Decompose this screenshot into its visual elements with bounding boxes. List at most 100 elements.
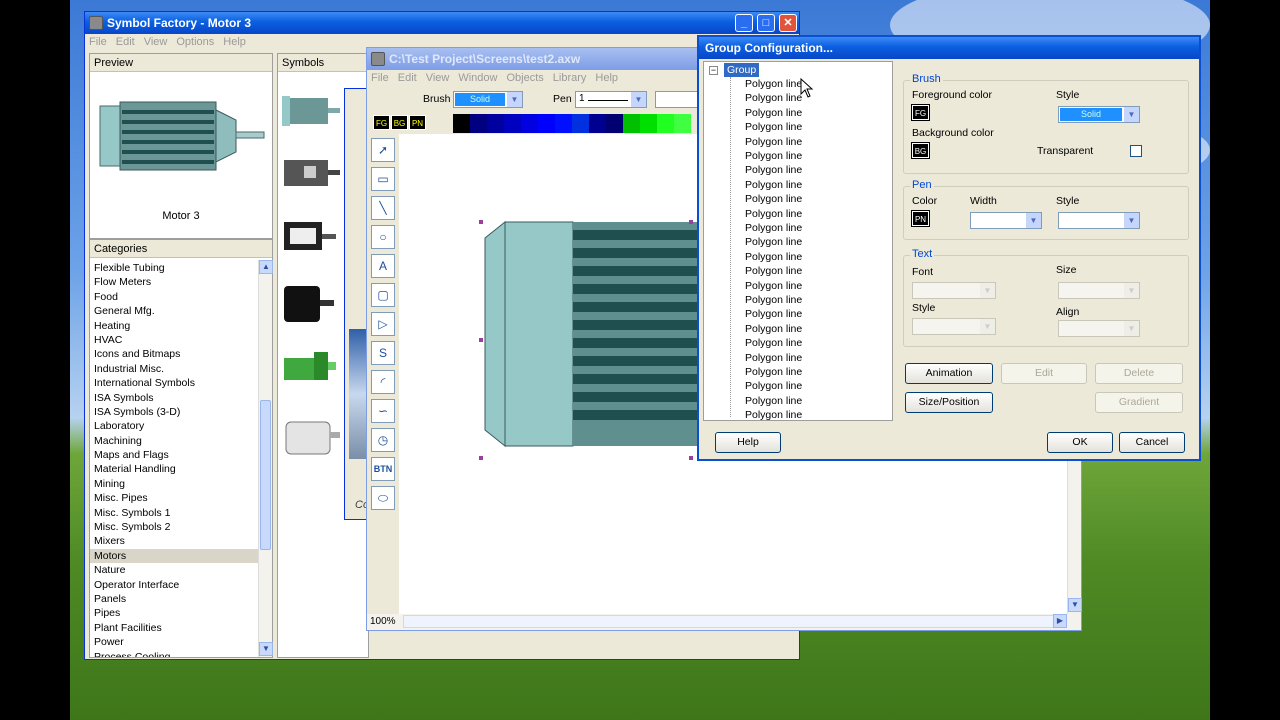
menu-item[interactable]: Options xyxy=(176,36,214,48)
category-item[interactable]: Heating xyxy=(90,319,258,333)
align-select[interactable]: ▼ xyxy=(1058,320,1140,337)
circle-tool[interactable]: ○ xyxy=(371,225,395,249)
chevron-down-icon[interactable]: ▼ xyxy=(1026,213,1041,228)
tree-root-group[interactable]: Group xyxy=(724,63,760,77)
size-position-button[interactable]: Size/Position xyxy=(905,392,993,413)
rounded-rect-tool[interactable]: ▢ xyxy=(371,283,395,307)
tree-item-polygon-line[interactable]: Polygon line xyxy=(745,379,802,393)
chevron-down-icon[interactable]: ▼ xyxy=(1124,213,1139,228)
close-icon[interactable]: ✕ xyxy=(779,14,797,32)
tree-item-polygon-line[interactable]: Polygon line xyxy=(745,221,802,235)
motor-symbol-1[interactable] xyxy=(282,96,340,126)
pen-color-swatch[interactable]: PN xyxy=(911,210,930,227)
category-item[interactable]: Motors xyxy=(90,548,258,564)
bg-color-swatch[interactable]: BG xyxy=(911,142,930,159)
chevron-down-icon[interactable]: ▼ xyxy=(1124,321,1139,336)
category-item[interactable]: Material Handling xyxy=(90,462,258,476)
palette-color[interactable] xyxy=(657,114,674,133)
fg-color-swatch[interactable]: FG xyxy=(911,104,930,121)
line-tool[interactable]: ╲ xyxy=(371,196,395,220)
palette-color[interactable] xyxy=(504,114,521,133)
palette-color[interactable] xyxy=(521,114,538,133)
tree-item-polygon-line[interactable]: Polygon line xyxy=(745,264,802,278)
tree-item-polygon-line[interactable]: Polygon line xyxy=(745,149,802,163)
transparent-checkbox[interactable] xyxy=(1130,145,1142,157)
polygon-tool[interactable]: ▷ xyxy=(371,312,395,336)
menu-item[interactable]: Help xyxy=(595,72,618,84)
category-item[interactable]: Nature xyxy=(90,563,258,577)
motor-symbol-3[interactable] xyxy=(284,222,336,250)
category-item[interactable]: Flexible Tubing xyxy=(90,261,258,275)
chevron-down-icon[interactable]: ▼ xyxy=(1124,283,1139,298)
motor-symbol-5[interactable] xyxy=(284,352,336,380)
scroll-down-icon[interactable]: ▼ xyxy=(1068,598,1082,612)
palette-color[interactable] xyxy=(623,114,640,133)
tree-item-polygon-line[interactable]: Polygon line xyxy=(745,307,802,321)
chevron-down-icon[interactable]: ▼ xyxy=(631,92,646,107)
category-item[interactable]: Panels xyxy=(90,592,258,606)
motor-symbol-4[interactable] xyxy=(284,286,334,322)
menu-item[interactable]: File xyxy=(89,36,107,48)
tree-item-polygon-line[interactable]: Polygon line xyxy=(745,408,802,420)
dialog-titlebar[interactable]: Group Configuration... xyxy=(699,37,1199,59)
edit-button[interactable]: Edit xyxy=(1001,363,1087,384)
collapse-icon[interactable]: − xyxy=(709,66,718,75)
category-item[interactable]: ISA Symbols (3-D) xyxy=(90,405,258,419)
menu-item[interactable]: View xyxy=(144,36,168,48)
category-item[interactable]: Laboratory xyxy=(90,419,258,433)
size-select[interactable]: ▼ xyxy=(1058,282,1140,299)
text-style-select[interactable]: ▼ xyxy=(912,318,996,335)
category-item[interactable]: Machining xyxy=(90,434,258,448)
tree-item-polygon-line[interactable]: Polygon line xyxy=(745,106,802,120)
palette-color[interactable] xyxy=(674,114,691,133)
text-tool[interactable]: A xyxy=(371,254,395,278)
editor-hscrollbar[interactable] xyxy=(403,615,1063,628)
menu-item[interactable]: Objects xyxy=(506,72,543,84)
fg-swatch[interactable]: FG xyxy=(373,115,390,130)
scroll-up-icon[interactable]: ▲ xyxy=(259,260,273,274)
pen-select[interactable]: 1 ▼ xyxy=(575,91,647,108)
animation-button[interactable]: Animation xyxy=(905,363,993,384)
delete-button[interactable]: Delete xyxy=(1095,363,1183,384)
arc-tool[interactable]: ◜ xyxy=(371,370,395,394)
cancel-button[interactable]: Cancel xyxy=(1119,432,1185,453)
category-item[interactable]: Maps and Flags xyxy=(90,448,258,462)
minimize-icon[interactable]: _ xyxy=(735,14,753,32)
ellipse-tool[interactable]: ⬭ xyxy=(371,486,395,510)
tree-item-polygon-line[interactable]: Polygon line xyxy=(745,77,802,91)
maximize-icon[interactable]: □ xyxy=(757,14,775,32)
tree-item-polygon-line[interactable]: Polygon line xyxy=(745,135,802,149)
category-item[interactable]: Misc. Symbols 2 xyxy=(90,520,258,534)
scroll-right-icon[interactable]: ▶ xyxy=(1053,614,1067,628)
menu-item[interactable]: Window xyxy=(458,72,497,84)
category-item[interactable]: Pipes xyxy=(90,606,258,620)
menu-item[interactable]: Edit xyxy=(116,36,135,48)
motor-symbol-2[interactable] xyxy=(284,160,340,186)
category-item[interactable]: Mixers xyxy=(90,534,258,548)
select-arrow-tool[interactable]: ➚ xyxy=(371,138,395,162)
category-item[interactable]: Misc. Symbols 1 xyxy=(90,506,258,520)
category-item[interactable]: Process Cooling xyxy=(90,650,258,657)
symbol-factory-titlebar[interactable]: Symbol Factory - Motor 3 _ □ ✕ xyxy=(85,12,799,34)
category-item[interactable]: ISA Symbols xyxy=(90,391,258,405)
chevron-down-icon[interactable]: ▼ xyxy=(980,319,995,334)
brush-select[interactable]: Solid ▼ xyxy=(453,91,523,108)
category-item[interactable]: Icons and Bitmaps xyxy=(90,347,258,361)
menu-item[interactable]: Help xyxy=(223,36,246,48)
category-item[interactable]: Mining xyxy=(90,477,258,491)
category-item[interactable]: Plant Facilities xyxy=(90,621,258,635)
wave-tool[interactable]: ∽ xyxy=(371,399,395,423)
pn-swatch[interactable]: PN xyxy=(409,115,426,130)
palette-color[interactable] xyxy=(589,114,606,133)
tree-item-polygon-line[interactable]: Polygon line xyxy=(745,235,802,249)
bg-swatch[interactable]: BG xyxy=(391,115,408,130)
tree-item-polygon-line[interactable]: Polygon line xyxy=(745,178,802,192)
tree-item-polygon-line[interactable]: Polygon line xyxy=(745,322,802,336)
pen-style-select[interactable]: ▼ xyxy=(1058,212,1140,229)
chevron-down-icon[interactable]: ▼ xyxy=(507,92,522,107)
rectangle-tool[interactable]: ▭ xyxy=(371,167,395,191)
category-item[interactable]: Operator Interface xyxy=(90,578,258,592)
gradient-button[interactable]: Gradient xyxy=(1095,392,1183,413)
ok-button[interactable]: OK xyxy=(1047,432,1113,453)
palette-color[interactable] xyxy=(487,114,504,133)
